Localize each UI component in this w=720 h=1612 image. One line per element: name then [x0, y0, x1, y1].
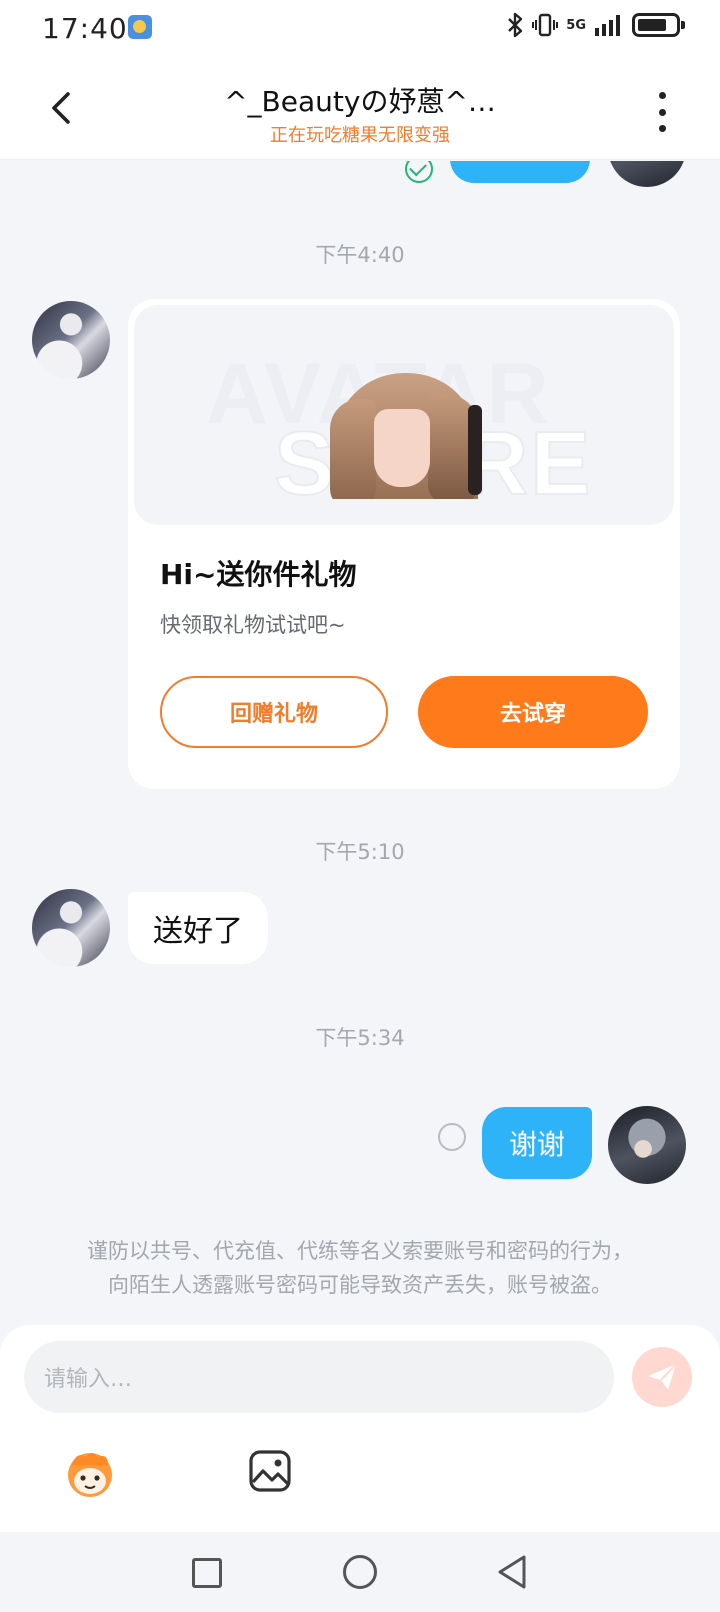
security-warning: 谨防以共号、代充值、代练等名义索要账号和密码的行为， 向陌生人透露账号密码可能导…	[40, 1234, 680, 1302]
warning-line: 谨防以共号、代充值、代练等名义索要账号和密码的行为，	[87, 1239, 633, 1263]
emoji-mascot-icon[interactable]	[62, 1447, 118, 1499]
weather-sun-icon	[128, 15, 152, 39]
timestamp: 下午5:10	[315, 840, 405, 864]
chat-title[interactable]: ^_Beautyの妤蒽^…	[160, 80, 560, 120]
timestamp: 下午4:40	[315, 243, 405, 267]
status-bar: 17:40 5G	[0, 0, 720, 56]
status-icons: 5G	[506, 12, 685, 38]
recent-apps-icon[interactable]	[192, 1558, 222, 1588]
send-button[interactable]	[632, 1347, 692, 1407]
contact-avatar[interactable]	[32, 301, 110, 379]
gift-banner: AVATAR STORE	[134, 305, 674, 525]
chat-area[interactable]: 下午4:40 AVATAR STORE Hi~送你件礼物 快领取礼物试试吧~ 回…	[0, 161, 720, 1325]
signal-icon	[595, 15, 620, 36]
gift-hair-image	[330, 369, 482, 499]
message-input[interactable]: 请输入…	[24, 1341, 614, 1413]
read-check-icon	[405, 161, 433, 183]
warning-line: 向陌生人透露账号密码可能导致资产丢失，账号被盗。	[108, 1273, 612, 1297]
more-vertical-icon[interactable]	[652, 92, 672, 132]
sent-message-bubble[interactable]: 谢谢	[482, 1107, 592, 1179]
my-avatar[interactable]	[608, 1106, 686, 1184]
gift-title: Hi~送你件礼物	[160, 558, 357, 591]
status-time: 17:40	[42, 12, 128, 45]
send-icon	[648, 1363, 677, 1390]
timestamp: 下午5:34	[315, 1026, 405, 1050]
contact-avatar[interactable]	[32, 889, 110, 967]
battery-icon	[632, 13, 685, 37]
image-icon[interactable]	[248, 1449, 292, 1493]
system-nav-bar	[0, 1532, 720, 1612]
unread-status-icon	[438, 1123, 466, 1151]
received-message-bubble[interactable]: 送好了	[128, 892, 268, 964]
gift-description: 快领取礼物试试吧~	[160, 613, 346, 637]
input-panel: 请输入…	[0, 1325, 720, 1532]
return-gift-button[interactable]: 回赠礼物	[160, 676, 388, 748]
gift-card[interactable]: AVATAR STORE Hi~送你件礼物 快领取礼物试试吧~ 回赠礼物 去试穿	[128, 299, 680, 789]
chat-subtitle: 正在玩吃糖果无限变强	[270, 125, 450, 146]
back-triangle-icon[interactable]	[496, 1554, 528, 1590]
chat-header: ^_Beautyの妤蒽^… 正在玩吃糖果无限变强	[0, 56, 720, 160]
try-on-button[interactable]: 去试穿	[418, 676, 648, 748]
vibrate-icon	[532, 13, 559, 37]
bluetooth-icon	[508, 12, 523, 38]
network-type: 5G	[566, 17, 586, 33]
home-icon[interactable]	[343, 1555, 377, 1589]
sent-message-bubble-partial[interactable]	[450, 161, 590, 183]
my-avatar[interactable]	[608, 161, 686, 187]
chevron-left-icon[interactable]	[40, 86, 84, 130]
